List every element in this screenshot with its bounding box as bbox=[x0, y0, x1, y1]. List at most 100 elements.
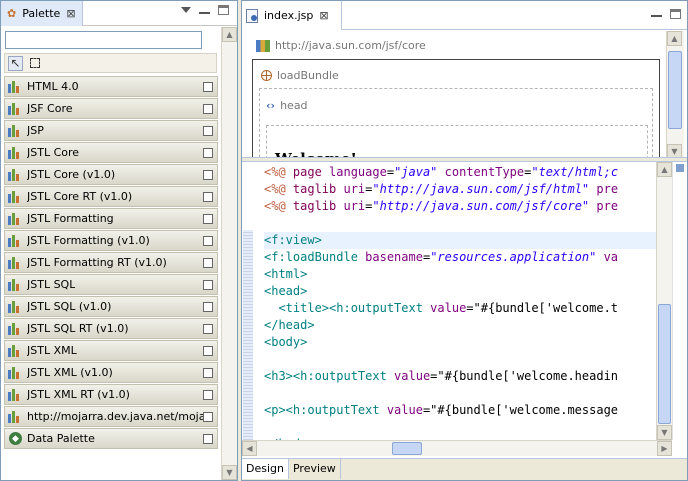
html-container[interactable]: ‹› head Welcome! bbox=[259, 88, 653, 159]
body-container[interactable]: Welcome! bbox=[266, 125, 648, 159]
code-line[interactable]: <f:view> bbox=[264, 232, 656, 249]
code-line[interactable]: <body> bbox=[264, 334, 656, 351]
code-line[interactable]: <%@ taglib uri="http://java.sun.com/jsf/… bbox=[264, 181, 656, 198]
pin-drawer-icon[interactable] bbox=[203, 104, 213, 114]
source-horizontal-scrollbar[interactable]: ◀ ▶ bbox=[242, 440, 672, 456]
palette-drawer[interactable]: JSTL SQL (v1.0) bbox=[4, 296, 218, 317]
palette-drawer[interactable]: ◆ Data Palette bbox=[4, 428, 218, 449]
code-line[interactable] bbox=[264, 385, 656, 402]
code-line[interactable]: <title><h:outputText value="#{bundle['we… bbox=[264, 300, 656, 317]
library-icon bbox=[8, 322, 23, 335]
palette-scrollbar[interactable]: ▲ ▼ bbox=[221, 27, 237, 480]
taglib-node[interactable]: http://java.sun.com/jsf/core bbox=[256, 39, 426, 52]
pin-drawer-icon[interactable] bbox=[203, 368, 213, 378]
palette-drawer[interactable]: JSTL Core bbox=[4, 142, 218, 163]
scroll-down-icon[interactable]: ▼ bbox=[657, 425, 672, 440]
code-line[interactable]: </head> bbox=[264, 317, 656, 334]
palette-drawer[interactable]: JSTL XML (v1.0) bbox=[4, 362, 218, 383]
pin-drawer-icon[interactable] bbox=[203, 346, 213, 356]
code-line[interactable] bbox=[264, 351, 656, 368]
palette-drawer[interactable]: JSF Core bbox=[4, 98, 218, 119]
code-line[interactable]: <%@ taglib uri="http://java.sun.com/jsf/… bbox=[264, 198, 656, 215]
code-tag-icon: ‹› bbox=[266, 99, 276, 112]
code-line[interactable]: <%@ page language="java" contentType="te… bbox=[264, 164, 656, 181]
palette-drawer[interactable]: HTML 4.0 bbox=[4, 76, 218, 97]
scroll-up-icon[interactable]: ▲ bbox=[222, 27, 237, 42]
source-pane[interactable]: <%@ page language="java" contentType="te… bbox=[242, 162, 687, 440]
pin-drawer-icon[interactable] bbox=[203, 390, 213, 400]
pin-drawer-icon[interactable] bbox=[203, 412, 213, 422]
pin-drawer-icon[interactable] bbox=[203, 126, 213, 136]
maximize-icon[interactable] bbox=[218, 5, 229, 15]
palette-drawer[interactable]: JSTL XML RT (v1.0) bbox=[4, 384, 218, 405]
code-token: ="#{bundle['welcome.t bbox=[466, 301, 619, 315]
scroll-thumb[interactable] bbox=[668, 51, 682, 129]
pin-drawer-icon[interactable] bbox=[203, 192, 213, 202]
code-token: ="#{bundle['welcome.message bbox=[422, 403, 619, 417]
select-tool-icon[interactable]: ↖ bbox=[8, 55, 23, 71]
pin-drawer-icon[interactable] bbox=[203, 324, 213, 334]
palette-drawer[interactable]: JSTL SQL bbox=[4, 274, 218, 295]
pin-drawer-icon[interactable] bbox=[203, 280, 213, 290]
pin-drawer-icon[interactable] bbox=[203, 148, 213, 158]
pin-drawer-icon[interactable] bbox=[203, 214, 213, 224]
scroll-left-icon[interactable]: ◀ bbox=[242, 441, 257, 456]
palette-filter-input[interactable] bbox=[5, 31, 202, 49]
close-icon[interactable]: ⊠ bbox=[66, 7, 75, 20]
library-icon bbox=[8, 256, 23, 269]
palette-drawer[interactable]: JSP bbox=[4, 120, 218, 141]
pin-drawer-icon[interactable] bbox=[203, 258, 213, 268]
source-scrollbar[interactable]: ▲ ▼ bbox=[656, 162, 672, 440]
close-icon[interactable]: ⊠ bbox=[319, 9, 328, 22]
code-line[interactable] bbox=[264, 215, 656, 232]
marquee-tool-icon[interactable] bbox=[27, 56, 42, 71]
source-code-text[interactable]: <%@ page language="java" contentType="te… bbox=[264, 164, 656, 440]
scroll-thumb[interactable] bbox=[392, 442, 422, 455]
scroll-up-icon[interactable]: ▲ bbox=[657, 162, 672, 177]
overview-marker[interactable] bbox=[676, 164, 684, 172]
scroll-up-icon[interactable]: ▲ bbox=[667, 31, 682, 46]
code-line[interactable] bbox=[264, 419, 656, 436]
view-menu-icon[interactable] bbox=[181, 7, 191, 13]
palette-drawer[interactable]: JSTL XML bbox=[4, 340, 218, 361]
code-line[interactable]: <head> bbox=[264, 283, 656, 300]
code-line[interactable]: <html> bbox=[264, 266, 656, 283]
minimize-icon[interactable] bbox=[199, 6, 210, 14]
fview-container[interactable]: loadBundle ‹› head Welcome! bbox=[252, 59, 660, 159]
palette-drawer[interactable]: JSTL Formatting bbox=[4, 208, 218, 229]
scroll-down-icon[interactable]: ▼ bbox=[222, 465, 237, 480]
code-line[interactable]: <h3><h:outputText value="#{bundle['welco… bbox=[264, 368, 656, 385]
tab-design[interactable]: Design bbox=[242, 459, 289, 479]
design-scrollbar[interactable]: ▲ ▼ bbox=[666, 31, 684, 159]
code-token: <title><h:outputText bbox=[278, 301, 431, 315]
minimize-icon[interactable] bbox=[651, 9, 662, 17]
palette-drawer[interactable]: http://mojarra.dev.java.net/mojarra... bbox=[4, 406, 218, 427]
scroll-thumb[interactable] bbox=[658, 304, 671, 424]
palette-drawer[interactable]: JSTL SQL RT (v1.0) bbox=[4, 318, 218, 339]
code-line[interactable]: <f:loadBundle basename="resources.applic… bbox=[264, 249, 656, 266]
design-pane[interactable]: http://java.sun.com/jsf/core loadBundle … bbox=[242, 31, 666, 159]
palette-drawer-label: JSTL XML RT (v1.0) bbox=[27, 388, 130, 401]
loadbundle-node[interactable]: loadBundle bbox=[261, 69, 339, 82]
pin-drawer-icon[interactable] bbox=[203, 302, 213, 312]
head-node[interactable]: ‹› head bbox=[266, 99, 308, 112]
tab-preview[interactable]: Preview bbox=[289, 459, 341, 479]
pin-drawer-icon[interactable] bbox=[203, 434, 213, 444]
palette-drawer[interactable]: JSTL Core RT (v1.0) bbox=[4, 186, 218, 207]
palette-tab[interactable]: ✿ Palette ⊠ bbox=[1, 1, 83, 26]
code-line[interactable]: <p><h:outputText value="#{bundle['welcom… bbox=[264, 402, 656, 419]
palette-drawer[interactable]: JSTL Core (v1.0) bbox=[4, 164, 218, 185]
palette-drawer-label: JSP bbox=[27, 124, 44, 137]
palette-drawer[interactable]: JSTL Formatting (v1.0) bbox=[4, 230, 218, 251]
pin-drawer-icon[interactable] bbox=[203, 82, 213, 92]
palette-view: ✿ Palette ⊠ ↖ HTML 4.0 JSF Core JSP JSTL Co… bbox=[0, 0, 238, 481]
palette-drawer[interactable]: JSTL Formatting RT (v1.0) bbox=[4, 252, 218, 273]
pin-drawer-icon[interactable] bbox=[203, 170, 213, 180]
pin-drawer-icon[interactable] bbox=[203, 236, 213, 246]
library-icon bbox=[8, 102, 23, 115]
scroll-right-icon[interactable]: ▶ bbox=[657, 441, 672, 456]
maximize-icon[interactable] bbox=[670, 9, 681, 19]
editor-tab-index-jsp[interactable]: index.jsp ⊠ bbox=[242, 1, 342, 30]
code-token: pre bbox=[596, 199, 619, 213]
